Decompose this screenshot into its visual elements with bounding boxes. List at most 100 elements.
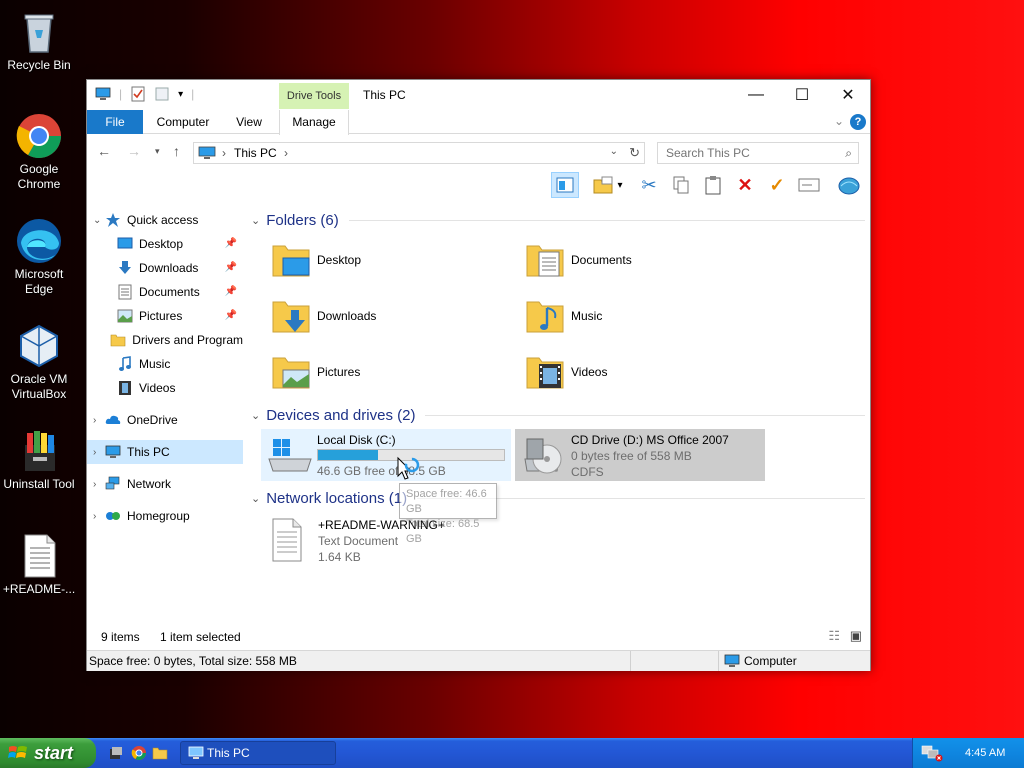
clock[interactable]: 4:45 AM <box>965 747 1005 759</box>
nav-item-videos[interactable]: Videos <box>87 376 243 400</box>
tab-view[interactable]: View <box>223 110 275 134</box>
close-button[interactable]: ✕ <box>825 80 871 110</box>
address-dropdown-icon[interactable]: ⌄ <box>610 146 618 157</box>
search-box[interactable]: ⌕ <box>657 142 859 164</box>
group-header-devices[interactable]: ⌄ Devices and drives (2) <box>251 405 865 425</box>
paste-icon[interactable] <box>699 172 727 198</box>
pin-icon[interactable]: 📌 <box>225 286 237 297</box>
pin-icon[interactable]: 📌 <box>225 238 237 249</box>
qat-dropdown-icon[interactable]: ▾ <box>178 89 183 100</box>
back-button[interactable]: ← <box>97 143 111 159</box>
file-size: 1.64 KB <box>318 550 361 564</box>
minimize-button[interactable]: — <box>733 80 779 110</box>
new-folder-icon[interactable] <box>154 86 170 102</box>
homegroup-icon <box>106 512 120 520</box>
large-icons-view-icon[interactable]: ▣ <box>850 628 862 644</box>
tab-manage[interactable]: Manage <box>279 110 349 135</box>
breadcrumb-chevron-icon[interactable]: › <box>284 146 288 160</box>
folder-desktop[interactable]: Desktop <box>271 236 511 284</box>
desktop-icon-uninstall-tool[interactable]: Uninstall Tool <box>0 427 78 492</box>
properties-icon[interactable] <box>130 86 146 102</box>
taskbar-item-this-pc[interactable]: This PC <box>180 741 336 765</box>
forward-button[interactable]: → <box>127 143 141 159</box>
drive-usage-fill <box>318 450 378 460</box>
drive-cd-d[interactable]: CD Drive (D:) MS Office 2007 0 bytes fre… <box>515 429 765 481</box>
nav-item-homegroup[interactable]: › Homegroup <box>87 504 243 528</box>
breadcrumb-chevron-icon[interactable]: › <box>222 146 226 160</box>
cut-icon[interactable]: ✂ <box>635 172 663 198</box>
folder-label: Music <box>571 309 603 323</box>
maximize-button[interactable]: ☐ <box>779 80 825 110</box>
folder-videos[interactable]: Videos <box>525 348 765 396</box>
nav-item-music[interactable]: Music <box>87 352 243 376</box>
network-status-icon[interactable] <box>921 744 943 762</box>
folder-options-dropdown-icon[interactable]: ▾ <box>613 172 627 198</box>
tab-file[interactable]: File <box>87 110 143 134</box>
desktop-icon-readme[interactable]: +README-... <box>0 532 78 597</box>
details-view-icon[interactable]: ☷ <box>828 628 840 644</box>
nav-item-quick-access[interactable]: ⌄ Quick access <box>87 208 243 232</box>
desktop-icon-chrome[interactable]: Google Chrome <box>0 112 78 192</box>
rename-icon[interactable] <box>795 172 823 198</box>
qat-separator-2: | <box>191 87 195 101</box>
breadcrumb[interactable]: This PC <box>234 146 277 160</box>
collapsed-chevron-icon[interactable]: › <box>93 511 105 522</box>
nav-label: Downloads <box>139 261 199 275</box>
show-desktop-icon[interactable] <box>108 745 124 761</box>
search-input[interactable] <box>658 143 828 163</box>
nav-item-pictures[interactable]: Pictures 📌 <box>87 304 243 328</box>
downloads-folder-icon <box>271 296 311 336</box>
copy-icon[interactable] <box>667 172 695 198</box>
desktop-icon-edge[interactable]: Microsoft Edge <box>0 217 78 297</box>
help-icon[interactable]: ? <box>850 114 866 130</box>
preview-pane-icon[interactable] <box>551 172 579 198</box>
uninstall-tool-icon <box>15 427 63 475</box>
explorer-window: | ▾ | Drive Tools This PC — ☐ ✕ File Com… <box>86 79 871 671</box>
drive-local-disk-c[interactable]: Local Disk (C:) 46.6 GB free of 68.5 GB <box>261 429 511 481</box>
collapsed-chevron-icon[interactable]: › <box>93 447 105 458</box>
chrome-icon[interactable] <box>131 745 147 761</box>
recent-locations-icon[interactable]: ▾ <box>155 146 160 157</box>
nav-item-this-pc[interactable]: › This PC <box>87 440 243 464</box>
nav-item-drivers[interactable]: Drivers and Program <box>87 328 243 352</box>
collapsed-chevron-icon[interactable]: › <box>93 479 105 490</box>
collapsed-chevron-icon[interactable]: › <box>93 415 105 426</box>
collapse-chevron-icon[interactable]: ⌄ <box>251 214 260 227</box>
task-label: This PC <box>207 746 250 760</box>
group-header-network[interactable]: ⌄ Network locations (1) <box>251 488 865 508</box>
pin-icon[interactable]: 📌 <box>225 262 237 273</box>
title-bar[interactable]: | ▾ | Drive Tools This PC — ☐ ✕ <box>87 80 870 110</box>
file-explorer-icon[interactable] <box>152 745 168 761</box>
pin-icon[interactable]: 📌 <box>225 310 237 321</box>
expanded-chevron-icon[interactable]: ⌄ <box>93 215 105 226</box>
address-bar[interactable]: › This PC › ⌄ ↻ <box>193 142 645 164</box>
search-icon[interactable]: ⌕ <box>845 146 852 161</box>
collapse-chevron-icon[interactable]: ⌄ <box>251 492 260 505</box>
expand-ribbon-icon[interactable]: ⌄ <box>834 114 844 128</box>
group-title: Devices and drives (2) <box>266 406 416 424</box>
tab-computer[interactable]: Computer <box>147 110 219 134</box>
delete-icon[interactable]: ✕ <box>731 172 759 198</box>
nav-item-desktop[interactable]: Desktop 📌 <box>87 232 243 256</box>
nav-item-onedrive[interactable]: › OneDrive <box>87 408 243 432</box>
desktop-icon-virtualbox[interactable]: Oracle VM VirtualBox <box>0 322 78 402</box>
folder-downloads[interactable]: Downloads <box>271 292 511 340</box>
start-button[interactable]: start <box>0 738 96 768</box>
collapse-chevron-icon[interactable]: ⌄ <box>251 409 260 422</box>
folder-music[interactable]: Music <box>525 292 765 340</box>
refresh-icon[interactable]: ↻ <box>629 145 640 161</box>
address-row: ← → ▾ ↑ › This PC › ⌄ ↻ ⌕ <box>87 136 870 168</box>
folder-pictures[interactable]: Pictures <box>271 348 511 396</box>
check-icon[interactable]: ✓ <box>763 172 791 198</box>
desktop-icon-recycle-bin[interactable]: Recycle Bin <box>0 8 78 73</box>
extra-toolbar: ▾ ✂ ✕ ✓ <box>547 170 867 200</box>
nav-label: Pictures <box>139 309 183 323</box>
folder-documents[interactable]: Documents <box>525 236 765 284</box>
group-header-folders[interactable]: ⌄ Folders (6) <box>251 210 865 230</box>
nav-item-documents[interactable]: Documents 📌 <box>87 280 243 304</box>
nav-item-network[interactable]: › Network <box>87 472 243 496</box>
properties-globe-icon[interactable] <box>835 172 863 198</box>
up-button[interactable]: ↑ <box>173 143 180 159</box>
nav-item-downloads[interactable]: Downloads 📌 <box>87 256 243 280</box>
contextual-tab-drive-tools: Drive Tools <box>279 83 349 109</box>
